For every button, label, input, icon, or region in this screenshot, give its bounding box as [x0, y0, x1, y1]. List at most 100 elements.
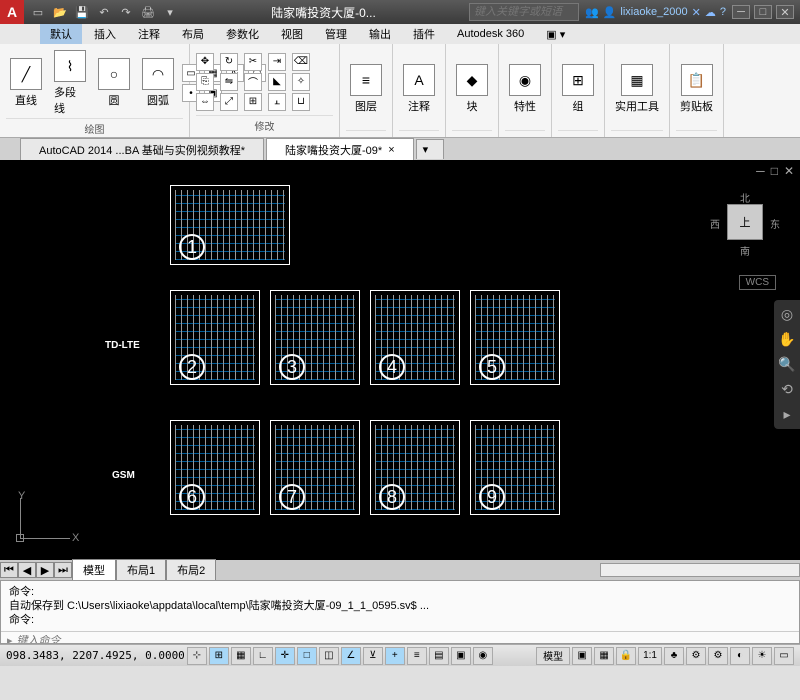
circle-button[interactable]: ○圆: [94, 56, 134, 110]
offset-icon[interactable]: ⫠: [268, 93, 286, 111]
drawing-canvas[interactable]: ─ □ ✕ 北 西 东 南 上 WCS ◎ ✋ 🔍 ⟲ ▸ TD-LTE GSM…: [0, 160, 800, 580]
view-restore-icon[interactable]: □: [771, 164, 778, 178]
rotate-icon[interactable]: ↻: [220, 53, 238, 71]
tab-view[interactable]: 视图: [271, 24, 313, 44]
new-doc-tab[interactable]: ▾: [416, 139, 444, 159]
status-osnap-icon[interactable]: □: [297, 647, 317, 665]
username-label[interactable]: lixiaoke_2000: [620, 6, 687, 18]
extend-icon[interactable]: ⇥: [268, 53, 286, 71]
layer-button[interactable]: ≡图层: [346, 62, 386, 116]
status-grid-icon[interactable]: ▦: [231, 647, 251, 665]
explode-icon[interactable]: ✧: [292, 73, 310, 91]
layout-tab-1[interactable]: 布局1: [116, 559, 166, 580]
status-hw-icon[interactable]: ◐: [730, 647, 750, 665]
maximize-button[interactable]: □: [754, 5, 772, 19]
wcs-badge[interactable]: WCS: [739, 275, 776, 290]
copy-icon[interactable]: ⎘: [196, 73, 214, 91]
doc-tab-1[interactable]: AutoCAD 2014 ...BA 基础与实例视频教程*: [20, 138, 264, 161]
status-layout-icon[interactable]: ▣: [572, 647, 592, 665]
status-ws-icon[interactable]: ⚙: [708, 647, 728, 665]
drawing-frame-7[interactable]: [270, 420, 360, 515]
arc-button[interactable]: ◠圆弧: [138, 56, 178, 110]
block-button[interactable]: ◆块: [452, 62, 492, 116]
signin-icon[interactable]: 👥: [585, 6, 599, 19]
status-annovis-icon[interactable]: ♣: [664, 647, 684, 665]
qat-redo-icon[interactable]: ↷: [118, 4, 134, 20]
layout-tab-model[interactable]: 模型: [72, 559, 116, 580]
tab-annotate[interactable]: 注释: [128, 24, 170, 44]
qat-open-icon[interactable]: 📂: [52, 4, 68, 20]
properties-button[interactable]: ◉特性: [505, 62, 545, 116]
tab-layout[interactable]: 布局: [172, 24, 214, 44]
tab-insert[interactable]: 插入: [84, 24, 126, 44]
drawing-frame-6[interactable]: [170, 420, 260, 515]
close-button[interactable]: ✕: [776, 5, 794, 19]
nav-wheel-icon[interactable]: ◎: [781, 306, 793, 323]
tab-output[interactable]: 输出: [359, 24, 401, 44]
status-qp-icon[interactable]: ▣: [451, 647, 471, 665]
tab-parametric[interactable]: 参数化: [216, 24, 269, 44]
cloud-icon[interactable]: ☁: [705, 6, 716, 19]
utilities-button[interactable]: ▦实用工具: [611, 62, 663, 116]
status-polar-icon[interactable]: ✛: [275, 647, 295, 665]
status-scale-button[interactable]: 1:1: [638, 647, 662, 665]
layout-last-icon[interactable]: ⏭: [54, 562, 72, 578]
scale-icon[interactable]: ⤢: [220, 93, 238, 111]
tab-autodesk360[interactable]: Autodesk 360: [447, 26, 534, 42]
drawing-frame-1[interactable]: [170, 185, 290, 265]
qat-print-icon[interactable]: 🖨: [140, 4, 156, 20]
qat-save-icon[interactable]: 💾: [74, 4, 90, 20]
coordinates-readout[interactable]: 098.3483, 2207.4925, 0.0000: [6, 649, 185, 662]
view-minimize-icon[interactable]: ─: [756, 164, 765, 178]
tab-default[interactable]: 默认: [40, 24, 82, 44]
clipboard-button[interactable]: 📋剪贴板: [676, 62, 717, 116]
status-annoscale-icon[interactable]: 🔒: [616, 647, 636, 665]
status-tpy-icon[interactable]: ▤: [429, 647, 449, 665]
minimize-button[interactable]: ─: [732, 5, 750, 19]
status-snap-icon[interactable]: ⊞: [209, 647, 229, 665]
tab-close-icon[interactable]: ×: [388, 144, 394, 156]
status-infer-icon[interactable]: ⊹: [187, 647, 207, 665]
qat-dropdown-icon[interactable]: ▾: [162, 4, 178, 20]
layout-first-icon[interactable]: ⏮: [0, 562, 18, 578]
tab-extra-icon[interactable]: ▣ ▾: [536, 26, 575, 43]
nav-orbit-icon[interactable]: ⟲: [781, 381, 793, 398]
help-search-input[interactable]: [469, 3, 579, 21]
status-clean-icon[interactable]: ▭: [774, 647, 794, 665]
fillet-icon[interactable]: ⌒: [244, 73, 262, 91]
horizontal-scrollbar[interactable]: [600, 563, 800, 577]
app-logo[interactable]: A: [0, 0, 24, 24]
nav-showmotion-icon[interactable]: ▸: [783, 406, 790, 423]
mirror-icon[interactable]: ⇋: [220, 73, 238, 91]
stretch-icon[interactable]: ⇔: [196, 93, 214, 111]
erase-icon[interactable]: ⌫: [292, 53, 310, 71]
exchange-icon[interactable]: ✕: [692, 6, 701, 19]
drawing-frame-4[interactable]: [370, 290, 460, 385]
qat-new-icon[interactable]: ▭: [30, 4, 46, 20]
status-3dosnap-icon[interactable]: ◫: [319, 647, 339, 665]
tab-plugins[interactable]: 插件: [403, 24, 445, 44]
help-icon[interactable]: ?: [720, 6, 726, 18]
layout-tab-2[interactable]: 布局2: [166, 559, 216, 580]
text-button[interactable]: A注释: [399, 62, 439, 116]
polyline-button[interactable]: ⌇多段线: [50, 48, 90, 118]
status-annoauto-icon[interactable]: ⚙: [686, 647, 706, 665]
drawing-frame-8[interactable]: [370, 420, 460, 515]
status-isolate-icon[interactable]: ☀: [752, 647, 772, 665]
viewcube-top[interactable]: 上: [727, 204, 763, 240]
nav-pan-icon[interactable]: ✋: [778, 331, 795, 348]
layout-next-icon[interactable]: ▶: [36, 562, 54, 578]
viewcube[interactable]: 北 西 东 南 上: [710, 190, 780, 270]
line-button[interactable]: ╱直线: [6, 56, 46, 110]
user-icon[interactable]: 👤: [603, 6, 617, 19]
status-lwt-icon[interactable]: ≡: [407, 647, 427, 665]
command-input[interactable]: [17, 635, 793, 645]
status-model-button[interactable]: 模型: [536, 647, 570, 665]
move-icon[interactable]: ✥: [196, 53, 214, 71]
status-otrack-icon[interactable]: ∠: [341, 647, 361, 665]
layout-prev-icon[interactable]: ◀: [18, 562, 36, 578]
nav-zoom-icon[interactable]: 🔍: [778, 356, 795, 373]
status-ducs-icon[interactable]: ⊻: [363, 647, 383, 665]
drawing-frame-2[interactable]: [170, 290, 260, 385]
drawing-frame-3[interactable]: [270, 290, 360, 385]
